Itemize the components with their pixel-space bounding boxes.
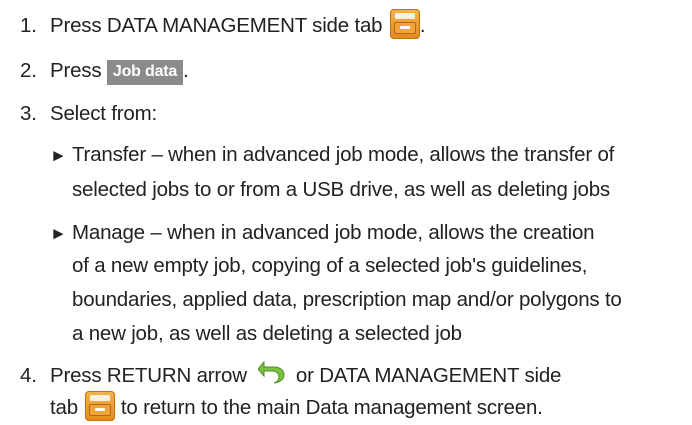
option-manage-line-2: of a new empty job, copying of a selecte…	[72, 254, 588, 277]
step-4-text-continued: or DATA MANAGEMENT side	[295, 364, 562, 387]
step-1-period: .	[419, 14, 426, 37]
step-3-text: Select from:	[50, 102, 157, 125]
bullet-arrow-icon: ►	[50, 146, 67, 165]
option-manage-line-1: Manage – when in advanced job mode, allo…	[72, 221, 595, 244]
step-1-text: Press DATA MANAGEMENT side tab	[50, 14, 383, 37]
option-manage-line-4: a new job, as well as deleting a selecte…	[72, 322, 462, 345]
step-4-text: Press RETURN arrow	[50, 364, 247, 387]
job-data-button[interactable]: Job data	[106, 60, 184, 85]
step-1-number: 1.	[20, 14, 37, 37]
option-transfer-line-2: selected jobs to or from a USB drive, as…	[72, 178, 610, 201]
option-manage-continued: of a new empty job, copying of a selecte…	[72, 254, 587, 278]
option-manage-continued: boundaries, applied data, prescription m…	[72, 288, 622, 312]
step-4: 4. Press RETURN arrow or DATA MANAGEMENT …	[20, 360, 562, 388]
option-manage-continued: a new job, as well as deleting a selecte…	[72, 322, 462, 346]
step-3-number: 3.	[20, 102, 37, 125]
step-3: 3. Select from:	[20, 102, 157, 126]
step-4-text-end: to return to the main Data management sc…	[120, 396, 543, 419]
option-transfer: ► Transfer – when in advanced job mode, a…	[50, 143, 614, 168]
file-cabinet-icon[interactable]	[389, 8, 420, 39]
step-4-tab-text: tab	[50, 396, 78, 419]
step-4-continued: tab to return to the main Data managemen…	[50, 390, 543, 421]
step-2-period: .	[183, 59, 189, 82]
option-transfer-line-1: Transfer – when in advanced job mode, al…	[72, 143, 615, 166]
step-2: 2. Press Job data.	[20, 59, 189, 85]
bullet-arrow-icon: ►	[50, 224, 67, 243]
step-4-number: 4.	[20, 364, 37, 387]
option-manage-line-3: boundaries, applied data, prescription m…	[72, 288, 622, 311]
return-arrow-icon[interactable]	[258, 360, 286, 385]
step-2-number: 2.	[20, 59, 37, 82]
step-1: 1. Press DATA MANAGEMENT side tab .	[20, 8, 426, 39]
option-transfer-continued: selected jobs to or from a USB drive, as…	[72, 178, 610, 202]
file-cabinet-icon[interactable]	[85, 390, 116, 421]
option-manage: ► Manage – when in advanced job mode, all…	[50, 221, 595, 246]
step-2-text: Press	[50, 59, 102, 82]
